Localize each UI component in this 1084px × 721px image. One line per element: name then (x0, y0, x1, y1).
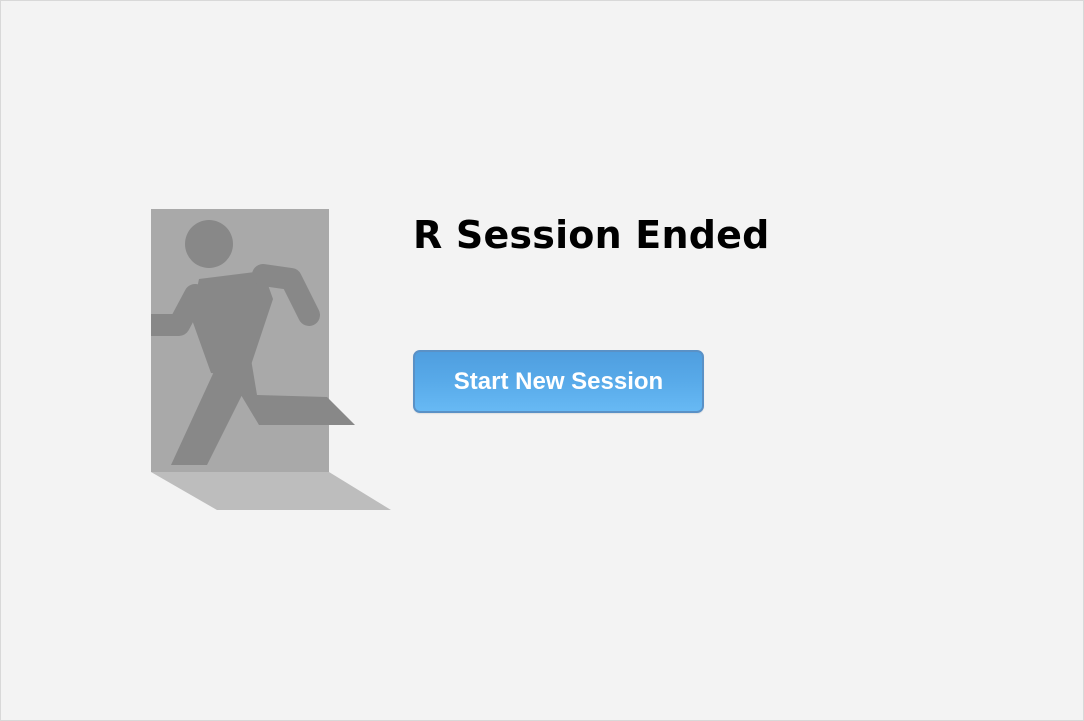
door-shadow (151, 472, 391, 510)
session-ended-window: R Session Ended Start New Session (0, 0, 1084, 721)
dialog-content: R Session Ended (413, 212, 769, 258)
page-title: R Session Ended (413, 213, 770, 257)
exit-running-man-icon (140, 209, 393, 511)
start-new-session-button[interactable]: Start New Session (413, 350, 704, 413)
